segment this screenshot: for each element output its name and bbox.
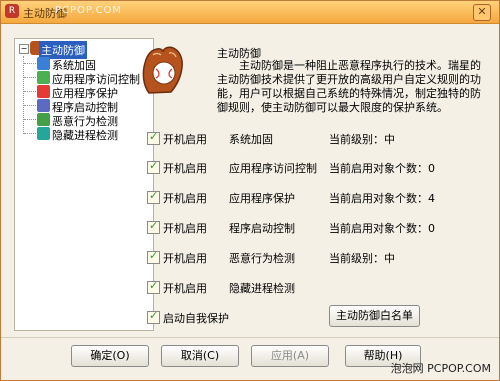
startup-checkbox[interactable]	[147, 159, 160, 174]
module-status: 当前启用对象个数：0	[329, 162, 435, 175]
title-bar: R 主动防御 PCPOP.COM ✕	[1, 1, 499, 24]
tree-connector	[24, 77, 36, 78]
close-button[interactable]: ✕	[473, 4, 491, 21]
module-name: 恶意行为检测	[229, 252, 295, 265]
ok-button[interactable]: 确定(O)	[71, 345, 149, 367]
module-name: 程序启动控制	[229, 222, 295, 235]
module-name: 应用程序保护	[229, 192, 295, 205]
tree-item-label: 隐藏进程检测	[52, 129, 118, 142]
module-name: 应用程序访问控制	[229, 162, 317, 175]
whitelist-button[interactable]: 主动防御白名单	[329, 305, 420, 327]
startup-checkbox-label[interactable]: 开机启用	[163, 250, 207, 266]
self-protect-label[interactable]: 启动自我保护	[163, 310, 229, 326]
app-protect-icon	[37, 85, 50, 98]
malware-icon	[37, 113, 50, 126]
startup-checkbox[interactable]	[147, 189, 160, 204]
settings-window: R 主动防御 PCPOP.COM ✕ − 主动防御 系统加固 应用程序访问控制 …	[0, 0, 500, 381]
startup-checkbox-label[interactable]: 开机启用	[163, 280, 207, 296]
collapse-icon[interactable]: −	[19, 44, 29, 54]
app-access-icon	[37, 71, 50, 84]
cancel-button[interactable]: 取消(C)	[161, 345, 239, 367]
tree-connector	[24, 63, 36, 64]
startup-checkbox[interactable]	[147, 130, 160, 145]
tree-connector	[24, 119, 36, 120]
apply-button[interactable]: 应用(A)	[251, 345, 329, 367]
tree-connector	[24, 133, 36, 134]
baseball-glove-icon	[142, 46, 183, 94]
module-name: 系统加固	[229, 133, 273, 146]
app-icon: R	[5, 4, 19, 18]
tree-connector	[24, 91, 36, 92]
section-description: 主动防御是一种阻止恶意程序执行的技术。瑞星的主动防御技术提供了更开放的高级用户自…	[217, 59, 481, 114]
module-status: 当前启用对象个数：4	[329, 192, 435, 205]
tree-connector-line	[23, 56, 24, 134]
startup-checkbox-label[interactable]: 开机启用	[163, 190, 207, 206]
module-status: 当前启用对象个数：0	[329, 222, 435, 235]
startup-checkbox-label[interactable]: 开机启用	[163, 160, 207, 176]
startup-icon	[37, 99, 50, 112]
startup-checkbox-label[interactable]: 开机启用	[163, 220, 207, 236]
startup-checkbox[interactable]	[147, 279, 160, 294]
startup-checkbox-label[interactable]: 开机启用	[163, 131, 207, 147]
self-protect-checkbox[interactable]	[147, 309, 160, 324]
title-watermark: PCPOP.COM	[55, 5, 123, 16]
settings-tree: − 主动防御 系统加固 应用程序访问控制 应用程序保护 程序启动控制 恶意行为检…	[14, 38, 154, 331]
hidden-process-icon	[37, 127, 50, 140]
startup-checkbox[interactable]	[147, 249, 160, 264]
shield-icon	[37, 57, 50, 70]
footer-divider	[1, 337, 499, 338]
module-status: 当前级别：中	[329, 133, 395, 146]
tree-connector	[24, 105, 36, 106]
startup-checkbox[interactable]	[147, 219, 160, 234]
footer-watermark: 泡泡网 PCPOP.COM	[390, 362, 491, 375]
module-name: 隐藏进程检测	[229, 282, 295, 295]
module-status: 当前级别：中	[329, 252, 395, 265]
